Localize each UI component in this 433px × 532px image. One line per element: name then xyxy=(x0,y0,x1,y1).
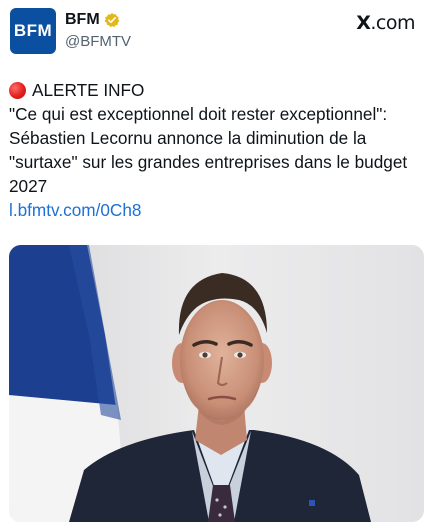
tweet-line-1: "Ce qui est exceptionnel doit rester exc… xyxy=(9,104,388,124)
avatar[interactable]: BFM xyxy=(10,8,56,54)
account-names: BFM @BFMTV xyxy=(65,10,131,50)
alert-label: ALERTE INFO xyxy=(32,80,145,100)
verified-badge-icon xyxy=(104,12,120,28)
display-name[interactable]: BFM xyxy=(65,11,100,29)
name-row: BFM xyxy=(65,10,131,30)
x-com-suffix: .com xyxy=(370,12,415,34)
tweet-header: BFM BFM @BFMTV X.com xyxy=(10,8,423,54)
tweet-card: BFM BFM @BFMTV X.com ALERTE INFO "Ce qui… xyxy=(0,0,433,532)
tweet-photo[interactable] xyxy=(9,245,424,522)
tweet-text: ALERTE INFO "Ce qui est exceptionnel doi… xyxy=(9,78,425,222)
tweet-line-2: Sébastien Lecornu annonce la diminution … xyxy=(9,128,367,148)
avatar-logo-text: BFM xyxy=(13,21,53,40)
photo-portrait-image xyxy=(9,245,424,522)
tweet-line-3: "surtaxe" sur les grandes entreprises da… xyxy=(9,152,408,172)
red-circle-icon xyxy=(9,81,26,99)
account-handle[interactable]: @BFMTV xyxy=(65,33,131,50)
article-link[interactable]: l.bfmtv.com/0Ch8 xyxy=(9,198,425,222)
tweet-line-4: 2027 xyxy=(9,176,48,196)
alert-line: ALERTE INFO xyxy=(9,78,425,102)
x-com-source-label: X.com xyxy=(356,12,415,34)
x-logo-letter: X xyxy=(356,12,371,34)
